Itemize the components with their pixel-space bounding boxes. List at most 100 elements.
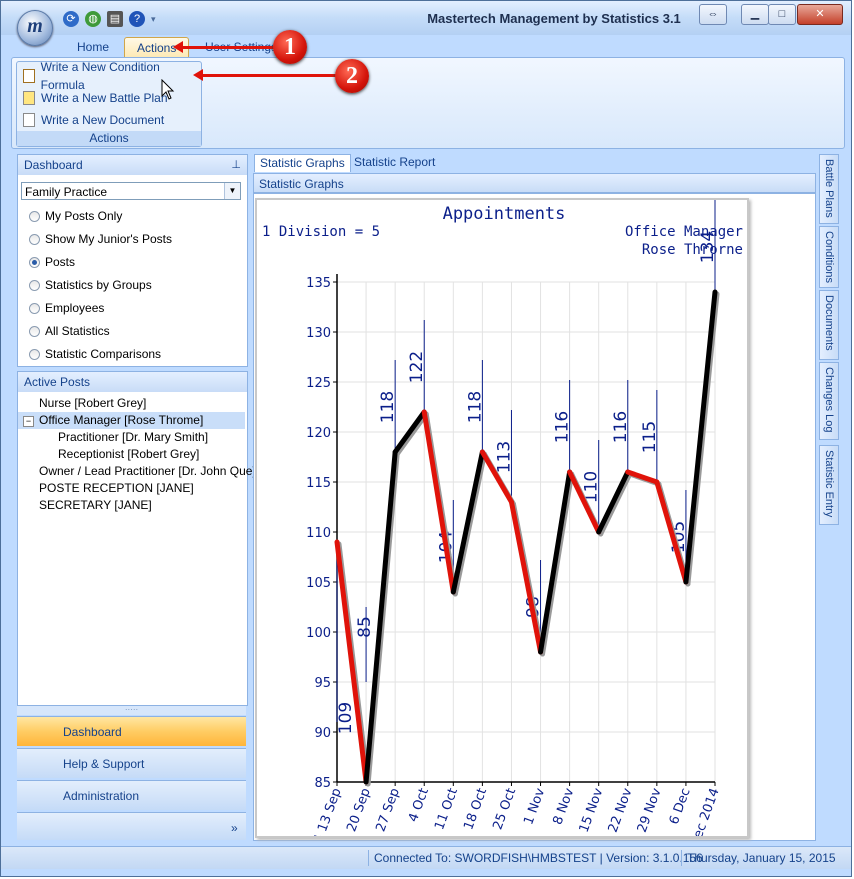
post-item[interactable]: Practitioner [Dr. Mary Smith] <box>58 429 208 446</box>
minimize-button[interactable]: ▁ <box>741 4 769 25</box>
active-posts-panel: Active Posts Nurse [Robert Grey] − Office… <box>17 371 256 706</box>
tab-statistic-graphs[interactable]: Statistic Graphs <box>254 154 351 172</box>
side-tab-label: Documents <box>823 295 835 351</box>
date-status: Thursday, January 15, 2015 <box>687 851 836 865</box>
radio-icon <box>29 233 40 245</box>
post-item[interactable]: Owner / Lead Practitioner [Dr. John Que] <box>39 463 256 480</box>
post-item[interactable]: SECRETARY [JANE] <box>39 497 152 514</box>
data-label: 118 <box>378 391 398 423</box>
x-tick-label: 6 Dec <box>667 786 694 826</box>
status-bar: Connected To: SWORDFISH\HMBSTEST | Versi… <box>1 846 851 869</box>
side-tab-changes-log[interactable]: Changes Log <box>819 362 839 440</box>
data-label: 122 <box>407 351 427 383</box>
chevron-down-icon[interactable]: ▼ <box>224 183 240 199</box>
dashboard-panel: Dashboard ⊥ Family Practice ▼ My Posts O… <box>17 154 248 367</box>
statistic-graph: Appointments 1 Division = 5 Office Manag… <box>255 198 749 838</box>
post-label: Office Manager [Rose Throme] <box>39 413 204 427</box>
y-tick-label: 115 <box>306 476 331 491</box>
battle-plan-icon <box>23 91 35 105</box>
radio-employees[interactable]: Employees <box>29 299 104 317</box>
x-tick-label: 18 Oct <box>461 786 490 832</box>
radio-my-posts-only[interactable]: My Posts Only <box>29 207 122 225</box>
connection-status: Connected To: SWORDFISH\HMBSTEST | Versi… <box>374 851 703 865</box>
dashboard-title: Dashboard <box>24 158 83 172</box>
y-tick-label: 105 <box>306 576 331 591</box>
x-tick-label: 29 Nov <box>635 786 665 835</box>
radio-icon <box>29 279 40 291</box>
mouse-cursor-icon <box>161 79 175 100</box>
radio-label: Posts <box>45 255 76 269</box>
side-tab-label: Battle Plans <box>823 159 835 218</box>
radio-icon <box>29 348 40 360</box>
y-tick-label: 95 <box>314 676 331 691</box>
chevron-double-right-icon: » <box>231 821 238 835</box>
annotation-badge-1: 1 <box>273 30 307 64</box>
side-tab-label: Statistic Entry <box>823 450 835 518</box>
annotation-arrow-2 <box>193 69 339 81</box>
annotation-arrow-1 <box>173 41 275 53</box>
data-label: 113 <box>494 441 514 473</box>
annotation-badge-2: 2 <box>335 59 369 93</box>
nav-dashboard-button[interactable]: Dashboard <box>17 716 246 746</box>
ribbon-panel: Write a New Condition Formula Write a Ne… <box>11 57 845 149</box>
active-posts-header: Active Posts <box>18 372 247 392</box>
x-tick-label: 25 Oct <box>490 786 519 832</box>
line-segment-down <box>421 409 456 595</box>
line-segment-up <box>450 449 485 595</box>
side-tab-label: Conditions <box>823 231 835 283</box>
radio-all-statistics[interactable]: All Statistics <box>29 322 110 340</box>
data-label: 116 <box>611 411 631 443</box>
post-item[interactable]: Receptionist [Robert Grey] <box>58 446 199 463</box>
side-tab-statistic-entry[interactable]: Statistic Entry <box>819 445 839 525</box>
edit-document-icon <box>23 69 35 83</box>
data-label: 115 <box>640 421 660 453</box>
pin-icon[interactable]: ⊥ <box>231 155 241 175</box>
post-item[interactable]: Nurse [Robert Grey] <box>39 395 146 412</box>
radio-statistic-comparisons[interactable]: Statistic Comparisons <box>29 345 161 363</box>
line-segment-up <box>596 469 631 535</box>
y-tick-label: 100 <box>306 626 331 641</box>
nav-overflow-button[interactable]: » <box>17 812 246 840</box>
splitter-grip[interactable]: ····· <box>17 706 246 715</box>
radio-statistics-by-groups[interactable]: Statistics by Groups <box>29 276 152 294</box>
restore-ribbon-button[interactable]: ⇔ <box>699 4 727 25</box>
title-bar: m ⟳ ◍ ▤ ? ▾ Mastertech Management by Sta… <box>1 1 851 46</box>
active-posts-title: Active Posts <box>24 375 91 389</box>
side-tab-conditions[interactable]: Conditions <box>819 226 839 288</box>
data-label: 116 <box>553 411 573 443</box>
radio-show-junior-posts[interactable]: Show My Junior's Posts <box>29 230 172 248</box>
post-item[interactable]: POSTE RECEPTION [JANE] <box>39 480 194 497</box>
write-document-button[interactable]: Write a New Document <box>23 111 164 129</box>
practice-select[interactable]: Family Practice ▼ <box>21 182 241 200</box>
x-tick-label: 4 Oct <box>406 786 432 824</box>
status-separator <box>368 850 369 866</box>
collapse-icon[interactable]: − <box>23 416 34 427</box>
y-tick-label: 130 <box>306 326 331 341</box>
tab-home[interactable]: Home <box>65 37 121 57</box>
radio-posts[interactable]: Posts <box>29 253 75 271</box>
side-tab-label: Changes Log <box>823 367 835 433</box>
radio-label: My Posts Only <box>45 209 123 223</box>
data-label: 85 <box>355 616 375 638</box>
side-tab-battle-plans[interactable]: Battle Plans <box>819 154 839 224</box>
nav-administration-button[interactable]: Administration <box>17 780 246 810</box>
radio-selected-icon <box>29 256 40 268</box>
side-tab-documents[interactable]: Documents <box>819 290 839 360</box>
nav-help-button[interactable]: Help & Support <box>17 748 246 778</box>
write-document-label: Write a New Document <box>41 113 165 127</box>
practice-select-value: Family Practice <box>25 185 108 199</box>
app-window: m ⟳ ◍ ▤ ? ▾ Mastertech Management by Sta… <box>0 0 852 877</box>
maximize-button[interactable]: □ <box>768 4 796 25</box>
tab-statistic-report[interactable]: Statistic Report <box>349 154 440 171</box>
line-segment-up <box>683 289 718 585</box>
write-battle-plan-button[interactable]: Write a New Battle Plan <box>23 89 168 107</box>
post-item-selected[interactable]: − Office Manager [Rose Throme] <box>18 412 245 429</box>
new-document-icon <box>23 113 35 127</box>
line-shadow-segment <box>394 411 429 457</box>
radio-label: Show My Junior's Posts <box>45 232 173 246</box>
radio-label: Statistics by Groups <box>45 278 152 292</box>
radio-label: All Statistics <box>45 324 110 338</box>
close-button[interactable]: ✕ <box>797 4 843 25</box>
line-shadow-segment <box>598 471 633 537</box>
y-tick-label: 85 <box>314 776 331 791</box>
